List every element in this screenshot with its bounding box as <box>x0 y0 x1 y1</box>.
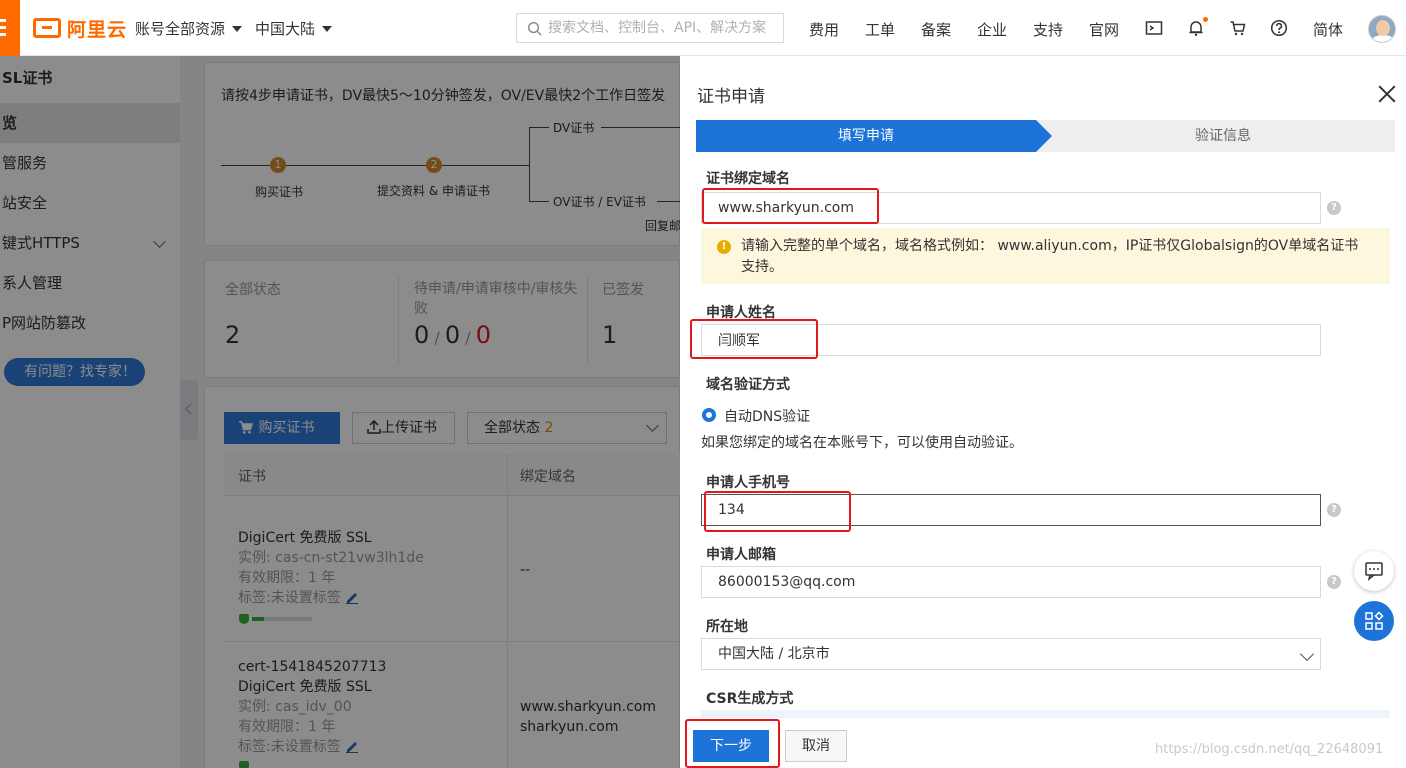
caret-down-icon <box>232 25 243 32</box>
location-value: 中国大陆 / 北京市 <box>718 646 830 662</box>
nav-enterprise[interactable]: 企业 <box>977 19 1007 40</box>
location-label: 所在地 <box>706 619 748 635</box>
verify-method-label: 域名验证方式 <box>706 377 790 393</box>
cert-apply-drawer: 证书申请 填写申请 验证信息 证书绑定域名 ? ! 请输入完整的单个域名，域名格… <box>680 56 1406 768</box>
phone-label: 申请人手机号 <box>706 475 790 491</box>
apps-grid-icon <box>1365 611 1384 630</box>
phone-help-icon[interactable]: ? <box>1327 503 1341 517</box>
nav-support[interactable]: 支持 <box>1033 19 1063 40</box>
email-input[interactable] <box>701 566 1321 598</box>
notification-dot <box>1203 17 1208 22</box>
close-icon[interactable] <box>1378 85 1396 103</box>
caret-down-icon <box>322 25 333 32</box>
help-icon[interactable] <box>1270 19 1288 37</box>
highlight-box-next <box>685 719 780 768</box>
nav-icp[interactable]: 备案 <box>921 19 951 40</box>
email-help-icon[interactable]: ? <box>1327 575 1341 589</box>
highlight-box-name <box>690 319 818 359</box>
top-bar: 阿里云 账号全部资源 中国大陆 费用 工单 备案 企业 支持 官网 简体 <box>0 0 1406 56</box>
account-dropdown-label: 账号全部资源 <box>135 20 226 38</box>
language-switch[interactable]: 简体 <box>1313 19 1343 40</box>
avatar[interactable] <box>1368 15 1396 43</box>
drawer-title: 证书申请 <box>697 87 765 107</box>
highlight-box-phone <box>704 491 851 532</box>
warning-icon: ! <box>717 240 731 254</box>
step-fill-application: 填写申请 <box>838 128 894 144</box>
logo-mark-icon <box>33 18 61 38</box>
search-icon <box>527 21 542 36</box>
modal-overlay[interactable] <box>0 56 680 768</box>
drawer-footer: 下一步 取消 https://blog.csdn.net/qq_22648091 <box>680 718 1406 768</box>
menu-icon[interactable] <box>0 0 20 56</box>
location-select[interactable]: 中国大陆 / 北京市 <box>701 638 1321 670</box>
nav-tickets[interactable]: 工单 <box>865 19 895 40</box>
verify-hint: 如果您绑定的域名在本账号下，可以使用自动验证。 <box>701 435 1023 451</box>
nav-website[interactable]: 官网 <box>1089 19 1119 40</box>
watermark: https://blog.csdn.net/qq_22648091 <box>1155 742 1384 757</box>
bell-icon[interactable] <box>1187 19 1205 37</box>
message-icon <box>1365 562 1383 581</box>
cart-icon[interactable] <box>1229 19 1247 37</box>
auto-dns-radio[interactable] <box>702 408 716 422</box>
domain-warning-text: 请输入完整的单个域名，域名格式例如： www.aliyun.com，IP证书仅G… <box>741 238 1359 275</box>
cancel-button[interactable]: 取消 <box>785 730 847 762</box>
csr-options <box>701 710 1390 718</box>
wizard-steps: 填写申请 验证信息 <box>696 120 1395 152</box>
csr-label: CSR生成方式 <box>706 691 794 707</box>
chat-button[interactable] <box>1354 551 1394 591</box>
region-dropdown-label: 中国大陆 <box>255 20 316 38</box>
account-dropdown[interactable]: 账号全部资源 <box>135 18 243 39</box>
auto-dns-label[interactable]: 自动DNS验证 <box>724 406 810 426</box>
domain-warning: ! 请输入完整的单个域名，域名格式例如： www.aliyun.com，IP证书… <box>701 228 1390 284</box>
domain-label: 证书绑定域名 <box>706 171 790 187</box>
search-input[interactable] <box>548 20 778 36</box>
region-dropdown[interactable]: 中国大陆 <box>255 18 333 39</box>
apps-button[interactable] <box>1354 601 1394 641</box>
domain-help-icon[interactable]: ? <box>1327 201 1341 215</box>
email-label: 申请人邮箱 <box>706 547 776 563</box>
search-box[interactable] <box>516 13 784 43</box>
step-verify-info: 验证信息 <box>1195 128 1251 144</box>
logo-text: 阿里云 <box>67 18 128 41</box>
terminal-icon[interactable] <box>1145 19 1163 37</box>
nav-fees[interactable]: 费用 <box>809 19 839 40</box>
aliyun-logo[interactable]: 阿里云 <box>33 16 128 41</box>
highlight-box-domain <box>702 188 879 224</box>
